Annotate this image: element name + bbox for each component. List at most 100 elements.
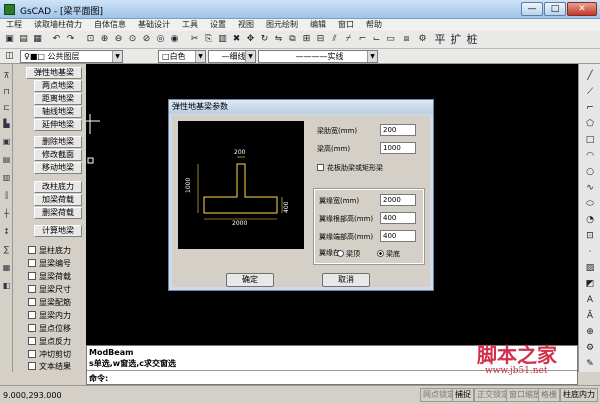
hatch-icon[interactable]: ▨ — [584, 262, 596, 274]
axis-icon[interactable]: ┼ — [1, 208, 12, 219]
layer-manager-icon[interactable]: ◫ — [3, 50, 16, 63]
show-beam-number-check[interactable]: 显梁编号 — [28, 258, 71, 269]
zoom-all-icon[interactable]: ⊙ — [126, 33, 139, 46]
xline-icon[interactable]: ⟋ — [584, 86, 596, 98]
menu-draw[interactable]: 图元绘制 — [260, 19, 304, 31]
pile-icon[interactable]: ▥ — [1, 172, 12, 183]
rotate-icon[interactable]: ↻ — [258, 33, 271, 46]
cancel-button[interactable]: 取消 — [322, 273, 370, 287]
copy-icon[interactable]: ⎘ — [202, 33, 215, 46]
open-icon[interactable]: ▤ — [17, 33, 30, 46]
block-icon[interactable]: ⊡ — [584, 230, 596, 242]
move-icon[interactable]: ✥ — [244, 33, 257, 46]
show-column-force-check[interactable]: 显柱底力 — [28, 245, 71, 256]
point-icon[interactable]: · — [584, 246, 596, 258]
add-beam-load-button[interactable]: 加梁荷载 — [34, 194, 82, 206]
flange-beam-checkbox[interactable]: 花板肋梁或矩形梁 — [317, 163, 383, 173]
wing-width-input[interactable]: 2000 — [380, 194, 416, 206]
edit-column-force-button[interactable]: 改柱底力 — [34, 181, 82, 193]
beam-icon[interactable]: ⊼ — [1, 70, 12, 81]
line-icon[interactable]: ╱ — [584, 70, 596, 82]
break-icon[interactable]: ⌿ — [342, 33, 355, 46]
calculate-beam-button[interactable]: 计算地梁 — [34, 225, 82, 237]
wing-end-input[interactable]: 400 — [380, 230, 416, 242]
menu-foundation[interactable]: 基础设计 — [132, 19, 176, 31]
menu-view[interactable]: 视图 — [232, 19, 260, 31]
show-reaction-check[interactable]: 显点反力 — [28, 336, 71, 347]
snap-toggle[interactable]: 捕捉 — [452, 388, 474, 402]
show-displacement-check[interactable]: 显点位移 — [28, 323, 71, 334]
menu-settings[interactable]: 设置 — [204, 19, 232, 31]
radio-top[interactable]: 梁顶 — [337, 249, 360, 259]
extend-beam-button[interactable]: 延伸地梁 — [34, 119, 82, 131]
gear-icon[interactable]: ⚙ — [584, 342, 596, 354]
zoom-in-icon[interactable]: ⊕ — [98, 33, 111, 46]
properties-icon[interactable]: ⚙ — [416, 33, 429, 46]
extend-icon[interactable]: ⫽ — [328, 33, 341, 46]
show-beam-force-check[interactable]: 显梁内力 — [28, 310, 71, 321]
menu-project[interactable]: 工程 — [0, 19, 28, 31]
load-icon[interactable]: ⫿ — [1, 190, 12, 201]
polyline-icon[interactable]: ⌐ — [584, 102, 596, 114]
slab-icon[interactable]: ⊏ — [1, 102, 12, 113]
chamfer-icon[interactable]: ⌙ — [370, 33, 383, 46]
zoom-out-icon[interactable]: ⊖ — [112, 33, 125, 46]
trim-icon[interactable]: ⊟ — [314, 33, 327, 46]
layer-icon[interactable]: ⧈ — [400, 33, 413, 46]
report-icon[interactable]: ▦ — [1, 262, 12, 273]
color-combo[interactable]: □白色 ▼ — [158, 50, 206, 63]
delete-beam-button[interactable]: 删除地梁 — [34, 136, 82, 148]
expand-button[interactable]: 扩 — [450, 33, 462, 46]
insert-icon[interactable]: ⊕ — [584, 326, 596, 338]
array-icon[interactable]: ⊞ — [300, 33, 313, 46]
print-icon[interactable]: ▦ — [31, 33, 44, 46]
menu-tools[interactable]: 工具 — [176, 19, 204, 31]
redraw-icon[interactable]: ◉ — [168, 33, 181, 46]
drawing-icon[interactable]: ◧ — [1, 280, 12, 291]
spline-icon[interactable]: ∿ — [584, 182, 596, 194]
linestyle-combo[interactable]: ————实线 ▼ — [258, 50, 378, 63]
menu-info[interactable]: 自体信息 — [88, 19, 132, 31]
redo-icon[interactable]: ↷ — [64, 33, 77, 46]
delete-icon[interactable]: ✖ — [230, 33, 243, 46]
two-point-beam-button[interactable]: 两点地梁 — [34, 80, 82, 92]
fillet-icon[interactable]: ⌐ — [356, 33, 369, 46]
radio-bottom[interactable]: 梁底 — [377, 249, 400, 259]
show-beam-rebar-check[interactable]: 显梁配筋 — [28, 297, 71, 308]
stretch-icon[interactable]: ▭ — [384, 33, 397, 46]
circle-icon[interactable]: ○ — [584, 166, 596, 178]
flat-button[interactable]: 平 — [434, 33, 446, 46]
ellipse-arc-icon[interactable]: ◔ — [584, 214, 596, 226]
linetype-combo[interactable]: —细线 ▼ — [208, 50, 256, 63]
delete-beam-load-button[interactable]: 删梁荷载 — [34, 207, 82, 219]
show-beam-size-check[interactable]: 显梁尺寸 — [28, 284, 71, 295]
zoom-extents-icon[interactable]: ◎ — [154, 33, 167, 46]
move-beam-button[interactable]: 移动地梁 — [34, 162, 82, 174]
pile-button[interactable]: 桩 — [466, 33, 478, 46]
beam-height-input[interactable]: 1000 — [380, 142, 416, 154]
text-result-check[interactable]: 文本结果 — [28, 361, 71, 372]
pen-icon[interactable]: ✎ — [584, 358, 596, 370]
layer-combo[interactable]: ♀■□ 公共图层 ▼ — [20, 50, 123, 63]
punching-shear-check[interactable]: 冲切剪切 — [28, 349, 71, 360]
region-icon[interactable]: ◩ — [584, 278, 596, 290]
mtext-icon[interactable]: A — [584, 294, 596, 306]
menu-window[interactable]: 窗口 — [332, 19, 360, 31]
offset-icon[interactable]: ⧉ — [286, 33, 299, 46]
paste-icon[interactable]: ▥ — [216, 33, 229, 46]
minimize-button[interactable]: — — [521, 2, 543, 16]
menu-help[interactable]: 帮助 — [360, 19, 388, 31]
calc-icon[interactable]: ∑ — [1, 244, 12, 255]
arc-icon[interactable]: ◠ — [584, 150, 596, 162]
raft-icon[interactable]: ▣ — [1, 136, 12, 147]
column-icon[interactable]: ⊓ — [1, 86, 12, 97]
column-force-toggle[interactable]: 柱底内力 — [560, 388, 598, 402]
modify-section-button[interactable]: 修改截面 — [34, 149, 82, 161]
mirror-icon[interactable]: ⇋ — [272, 33, 285, 46]
grid-toggle[interactable]: 格栅 — [538, 388, 560, 402]
show-beam-load-check[interactable]: 显梁荷载 — [28, 271, 71, 282]
ellipse-icon[interactable]: ⬭ — [584, 198, 596, 210]
footing-icon[interactable]: ▙ — [1, 118, 12, 129]
polygon-icon[interactable]: ⬠ — [584, 118, 596, 130]
undo-icon[interactable]: ↶ — [50, 33, 63, 46]
